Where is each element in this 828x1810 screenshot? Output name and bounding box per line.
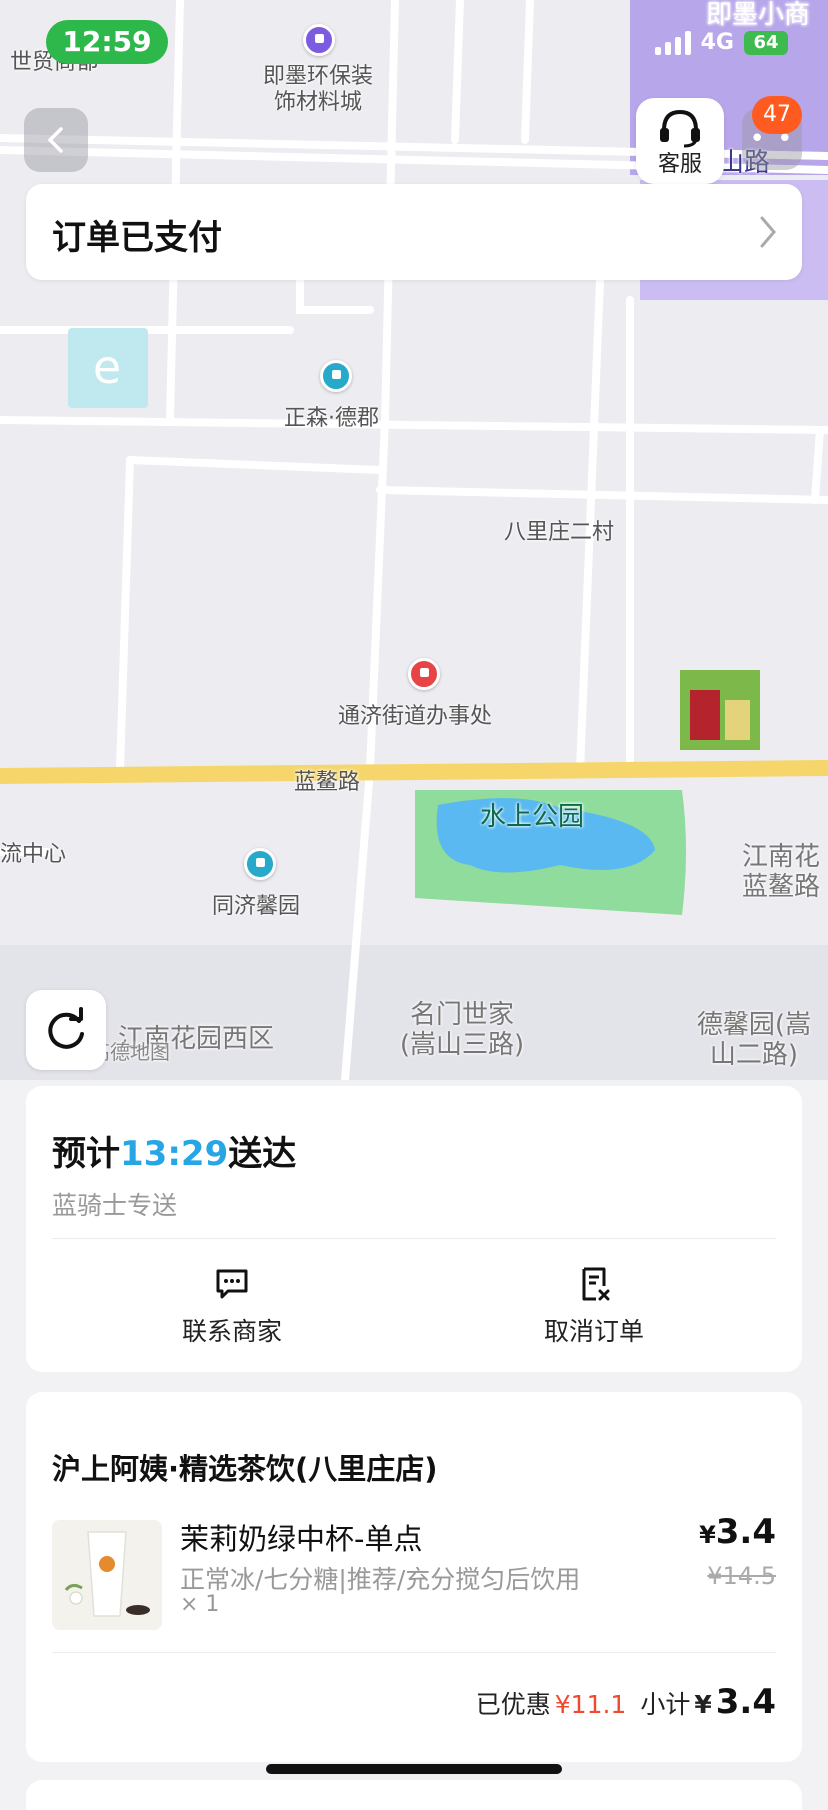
location-pin-icon xyxy=(408,658,440,690)
order-items-card: 沪上阿姨·精选茶饮(八里庄店) 茉莉奶绿中杯-单点 正常冰/七分糖|推荐/充分搅… xyxy=(26,1392,802,1762)
next-card-edge xyxy=(26,1780,802,1810)
cancel-order-label: 取消订单 xyxy=(543,1317,644,1346)
map-label: 即墨环保装饰材料城 xyxy=(262,64,373,115)
map-label: 同济馨园 xyxy=(212,894,301,919)
product-name: 茉莉奶绿中杯-单点 xyxy=(180,1522,423,1556)
service-label: 客服 xyxy=(657,152,702,177)
battery-icon: 64 xyxy=(744,30,788,55)
cancel-order-icon xyxy=(582,1267,610,1301)
customer-service-button[interactable]: 客服 xyxy=(636,98,724,184)
poi-pin-icon xyxy=(320,360,352,392)
map-label: 蓝鳌路 xyxy=(294,770,361,795)
divider xyxy=(52,1652,776,1653)
rider-type: 蓝骑士专送 xyxy=(52,1191,178,1220)
network-type: 4G xyxy=(700,30,734,55)
product-quantity: × 1 xyxy=(180,1592,220,1617)
map-label: 通济街道办事处 xyxy=(338,704,493,729)
contact-merchant-label: 联系商家 xyxy=(181,1317,282,1346)
status-indicators: 4G 64 xyxy=(654,30,788,55)
map-label: 八里庄二村 xyxy=(504,520,615,545)
poi-pin-icon xyxy=(244,848,276,880)
chevron-right-icon xyxy=(760,216,776,248)
divider xyxy=(52,1238,776,1239)
map-label: 江南花蓝鳌路 xyxy=(742,842,821,902)
eta-prefix: 预计 xyxy=(52,1134,120,1174)
shop-name[interactable]: 沪上阿姨·精选茶饮(八里庄店) xyxy=(52,1446,438,1488)
refresh-map-button[interactable] xyxy=(26,990,106,1070)
eta-text: 预计13:29送达 xyxy=(52,1126,296,1175)
map-label: 流中心 xyxy=(0,842,67,867)
eta-time: 13:29 xyxy=(120,1134,229,1174)
status-time: 12:59 xyxy=(46,20,168,64)
milk-tea-cup-icon xyxy=(52,1520,162,1630)
subtotal-currency: ¥ xyxy=(694,1690,712,1719)
map-label: 水上公园 xyxy=(480,802,585,832)
product-spec: 正常冰/七分糖|推荐/充分搅匀后饮用 xyxy=(180,1565,581,1594)
currency-symbol: ¥ xyxy=(699,1521,716,1549)
map-label: 即墨小商 xyxy=(706,0,811,30)
home-indicator[interactable] xyxy=(266,1764,562,1774)
svg-text:e: e xyxy=(93,340,121,394)
map-label: 德馨园(嵩山二路) xyxy=(696,1010,812,1070)
chat-icon xyxy=(216,1269,248,1299)
delivery-card: 预计13:29送达 蓝骑士专送 联系商家 取消订单 xyxy=(26,1086,802,1372)
original-price: ¥14.5 xyxy=(707,1562,776,1590)
contact-merchant-button[interactable]: 联系商家 xyxy=(132,1266,332,1348)
chevron-left-icon xyxy=(48,127,63,153)
signal-icon xyxy=(654,30,691,55)
order-status-banner[interactable]: 订单已支付 xyxy=(26,184,802,280)
map-label: 正森·德郡 xyxy=(284,406,379,431)
refresh-icon xyxy=(48,1007,84,1049)
price-value: 3.4 xyxy=(715,1512,776,1552)
subtotal-label: 小计 xyxy=(640,1690,691,1719)
subtotal-amount: 3.4 xyxy=(715,1682,776,1722)
notification-badge: 47 xyxy=(752,96,802,134)
discount-amount: ¥11.1 xyxy=(554,1690,627,1719)
headset-icon xyxy=(660,109,700,148)
cancel-order-button[interactable]: 取消订单 xyxy=(494,1266,694,1348)
poi-pin-icon xyxy=(303,24,335,56)
back-button[interactable] xyxy=(24,108,88,172)
discount-label: 已优惠 xyxy=(475,1690,551,1719)
map-label: 名门世家(嵩山三路) xyxy=(399,1000,525,1060)
subtotal-row: 已优惠 ¥11.1 小计 ¥ 3.4 xyxy=(476,1682,776,1722)
order-status-title: 订单已支付 xyxy=(52,218,222,258)
product-price: ¥3.4 xyxy=(699,1512,776,1552)
product-image[interactable] xyxy=(52,1520,162,1630)
eta-suffix: 送达 xyxy=(228,1134,297,1174)
